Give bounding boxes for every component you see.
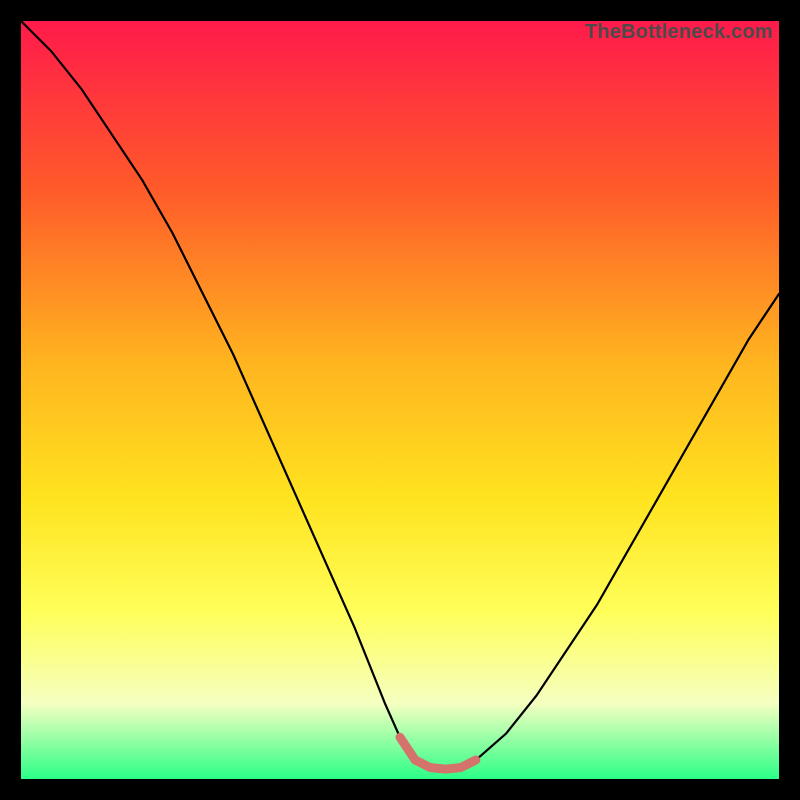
gradient-background: [21, 21, 779, 779]
chart-svg: [21, 21, 779, 779]
plot-area: TheBottleneck.com: [21, 21, 779, 779]
chart-frame: TheBottleneck.com: [0, 0, 800, 800]
watermark-label: TheBottleneck.com: [585, 21, 773, 44]
